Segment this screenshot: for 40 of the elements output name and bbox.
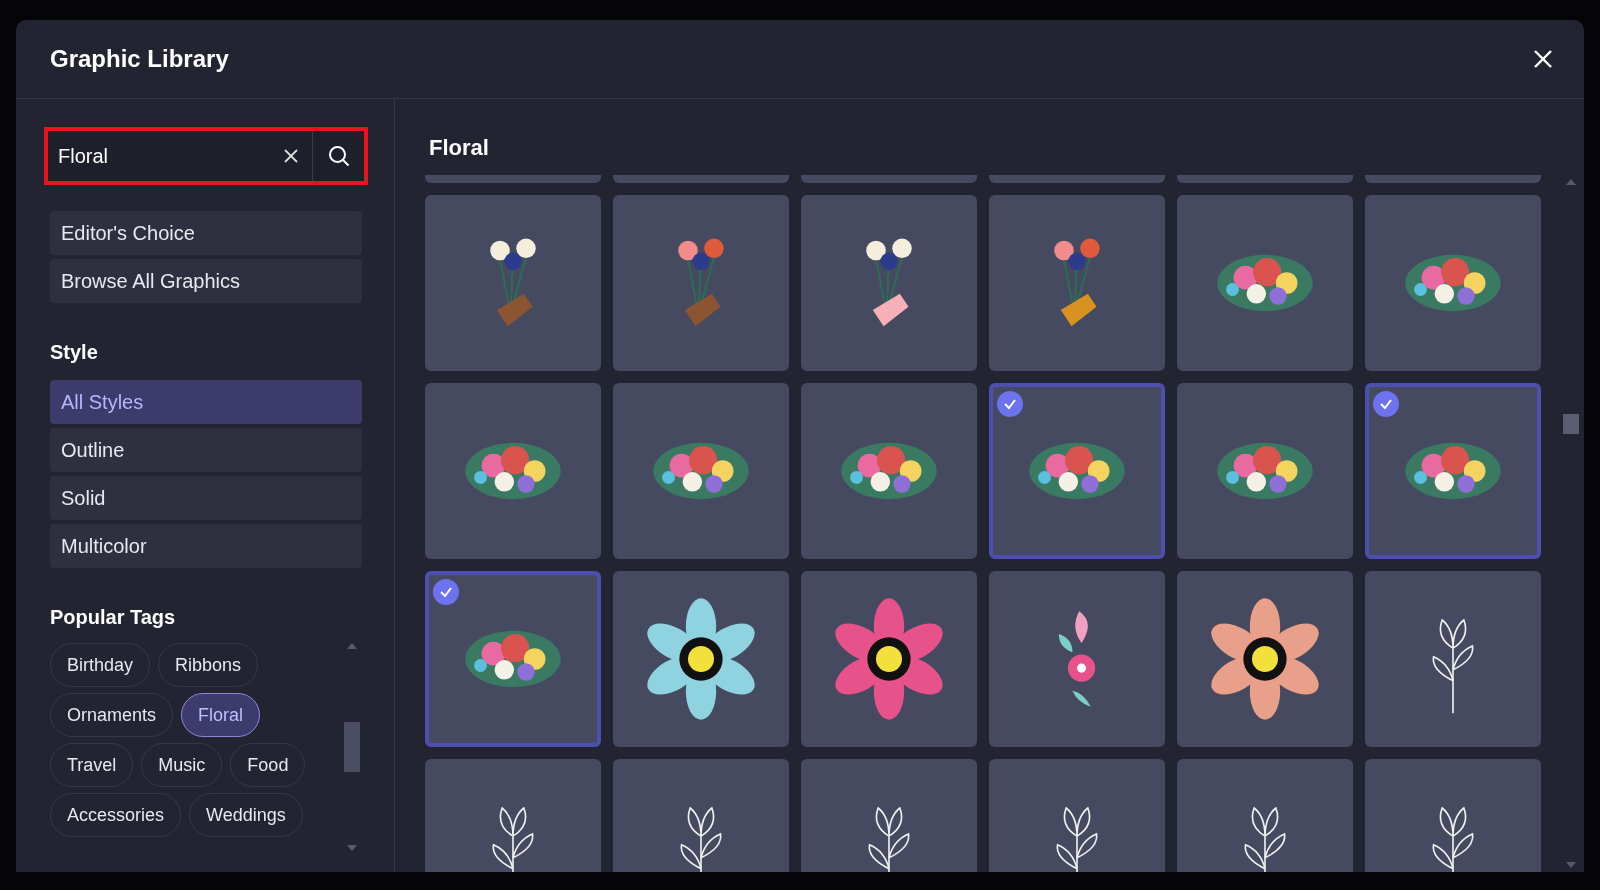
check-icon <box>1373 391 1399 417</box>
check-icon <box>433 579 459 605</box>
graphic-tile[interactable] <box>613 571 789 747</box>
graphic-tile[interactable] <box>1365 571 1541 747</box>
graphic-tile[interactable] <box>801 571 977 747</box>
graphic-tile[interactable] <box>425 383 601 559</box>
search-input[interactable]: Floral <box>48 144 270 168</box>
graphic-tile[interactable] <box>1365 195 1541 371</box>
graphic-tile[interactable] <box>801 383 977 559</box>
style-option[interactable]: All Styles <box>50 380 362 424</box>
graphic-tile[interactable] <box>989 571 1165 747</box>
graphic-tile[interactable] <box>1177 195 1353 371</box>
scroll-down-icon[interactable] <box>347 845 357 851</box>
check-icon <box>997 391 1023 417</box>
section-heading: Style <box>50 341 99 364</box>
graphic-tile[interactable] <box>1177 571 1353 747</box>
style-option[interactable]: Solid <box>50 476 362 520</box>
section-heading: Popular Tags <box>50 606 177 629</box>
scroll-up-icon[interactable] <box>347 643 357 649</box>
search-field[interactable]: Floral <box>44 127 368 185</box>
graphic-tile[interactable] <box>1365 383 1541 559</box>
collection-item[interactable]: Editor's Choice <box>50 211 362 255</box>
graphic-tile[interactable] <box>613 195 789 371</box>
scroll-down-icon[interactable] <box>1566 862 1576 868</box>
scroll-up-icon[interactable] <box>1566 179 1576 185</box>
collection-item[interactable]: Browse All Graphics <box>50 259 362 303</box>
graphic-tile[interactable] <box>989 195 1165 371</box>
graphic-tile[interactable] <box>801 195 977 371</box>
dialog-title: Graphic Library <box>50 45 229 73</box>
style-option[interactable]: Multicolor <box>50 524 362 568</box>
style-option[interactable]: Outline <box>50 428 362 472</box>
graphic-tile[interactable] <box>425 195 601 371</box>
gallery-title: Floral <box>429 135 490 161</box>
scrollbar-thumb[interactable] <box>344 722 360 772</box>
graphic-tile[interactable] <box>613 383 789 559</box>
scrollbar-thumb[interactable] <box>1563 413 1579 434</box>
graphic-tile[interactable] <box>989 383 1165 559</box>
tag-chip[interactable]: Floral <box>181 693 261 737</box>
graphic-tile[interactable] <box>425 571 601 747</box>
graphic-tile[interactable] <box>1177 383 1353 559</box>
